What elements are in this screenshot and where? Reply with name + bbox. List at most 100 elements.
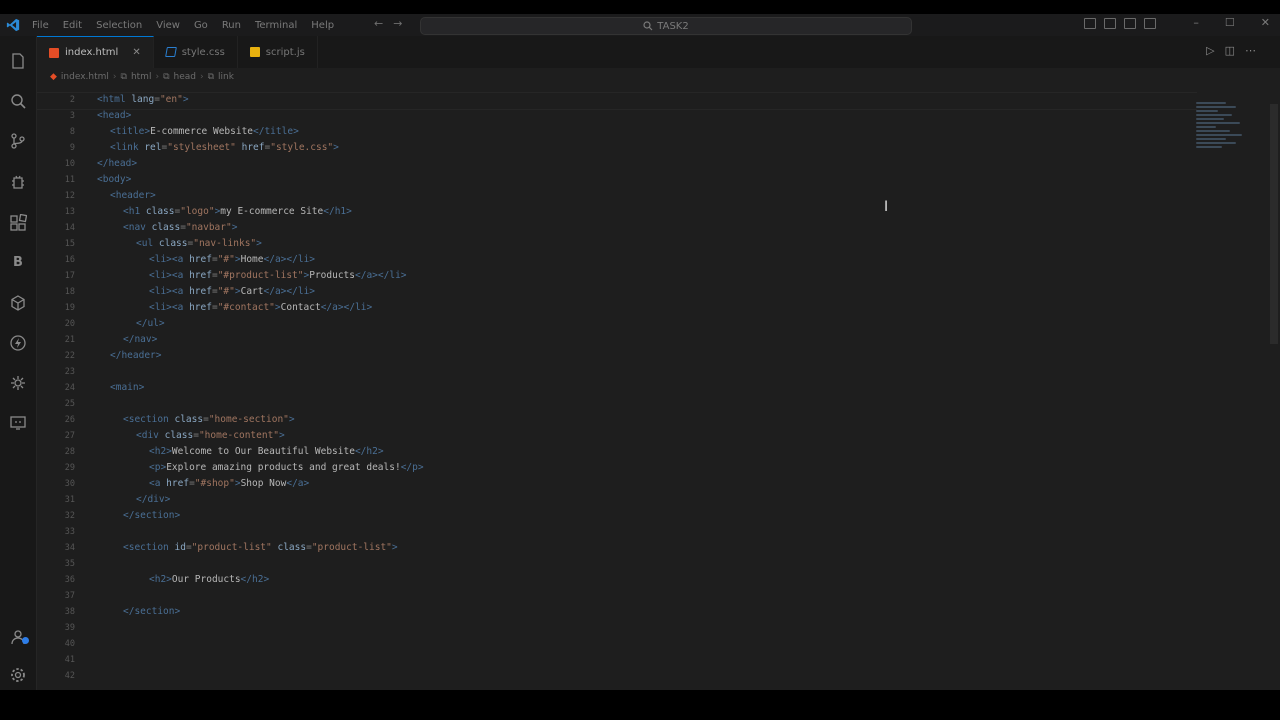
bootstrap-icon[interactable]: B [9, 254, 27, 272]
back-arrow-icon[interactable]: ← [374, 17, 383, 30]
code-tag-token: <html [97, 94, 126, 105]
toggle-secondary-sidebar-icon[interactable] [1124, 18, 1136, 29]
code-line[interactable]: 25 [37, 396, 1197, 412]
code-line[interactable]: 31 </div> [37, 492, 1197, 508]
code-line[interactable]: 40 [37, 636, 1197, 652]
tab-style-css[interactable]: style.css [154, 36, 238, 68]
code-line[interactable]: 33 [37, 524, 1197, 540]
more-actions-icon[interactable]: ⋯ [1245, 44, 1256, 57]
code-line[interactable]: 41 [37, 652, 1197, 668]
code-line[interactable]: 9 <link rel="stylesheet" href="style.css"… [37, 140, 1197, 156]
code-text: <li><a href="#">Cart</a></li> [149, 284, 315, 300]
maximize-icon[interactable]: ☐ [1225, 16, 1235, 29]
code-line[interactable]: 11 <body> [37, 172, 1197, 188]
code-line[interactable]: 37 [37, 588, 1197, 604]
code-text-token: my E-commerce Site [220, 206, 324, 217]
settings-gear-icon[interactable] [9, 666, 27, 684]
code-line[interactable]: 24 <main> [37, 380, 1197, 396]
code-line[interactable]: 19 <li><a href="#contact">Contact</a></li… [37, 300, 1197, 316]
code-line[interactable]: 35 [37, 556, 1197, 572]
code-text: <header> [110, 188, 156, 204]
line-number: 14 [64, 223, 75, 233]
code-line[interactable]: 21 </nav> [37, 332, 1197, 348]
command-center-search[interactable]: TASK2 [420, 17, 912, 35]
code-line[interactable]: 32 </section> [37, 508, 1197, 524]
code-line[interactable]: 20 </ul> [37, 316, 1197, 332]
code-string-token: "style.css" [270, 142, 334, 153]
code-line[interactable]: 14 <nav class="navbar"> [37, 220, 1197, 236]
code-text: </header> [110, 348, 162, 364]
code-text-token: lang [125, 94, 155, 105]
code-line[interactable]: 15 <ul class="nav-links"> [37, 236, 1197, 252]
code-text: <body> [97, 172, 131, 188]
code-line[interactable]: 3 <head> [37, 108, 1197, 124]
code-line[interactable]: 17 <li><a href="#product-list">Products</… [37, 268, 1197, 284]
toggle-panel-icon[interactable] [1104, 18, 1116, 29]
code-tag-token: <link [110, 142, 139, 153]
split-editor-icon[interactable]: ◫ [1225, 44, 1235, 57]
menu-edit[interactable]: Edit [63, 20, 82, 31]
menu-selection[interactable]: Selection [96, 20, 142, 31]
code-line[interactable]: 27 <div class="home-content"> [37, 428, 1197, 444]
menu-run[interactable]: Run [222, 20, 241, 31]
breadcrumb-item[interactable]: index.html [61, 72, 109, 82]
breadcrumb-item[interactable]: html [131, 72, 152, 82]
code-tag-token: <li [149, 286, 167, 297]
code-string-token: "product-list" [191, 542, 272, 553]
menu-file[interactable]: File [32, 20, 49, 31]
code-text: <li><a href="#">Home</a></li> [149, 252, 315, 268]
run-debug-icon[interactable] [9, 174, 27, 192]
menu-terminal[interactable]: Terminal [255, 20, 297, 31]
code-line[interactable]: 36 <h2>Our Products</h2> [37, 572, 1197, 588]
code-line[interactable]: 30 <a href="#shop">Shop Now</a> [37, 476, 1197, 492]
source-control-icon[interactable] [9, 132, 27, 150]
run-play-icon[interactable]: ▷ [1206, 44, 1214, 57]
toggle-primary-sidebar-icon[interactable] [1084, 18, 1096, 29]
extensions-icon[interactable] [9, 213, 28, 232]
code-line[interactable]: 16 <li><a href="#">Home</a></li> [37, 252, 1197, 268]
code-line[interactable]: 10 </head> [37, 156, 1197, 172]
remote-icon[interactable] [9, 414, 27, 432]
package-icon[interactable] [9, 294, 27, 312]
code-tag-token: > [417, 462, 424, 473]
explorer-icon[interactable] [9, 52, 27, 70]
breadcrumb-item[interactable]: head [174, 72, 196, 82]
breadcrumb-item[interactable]: link [218, 72, 234, 82]
code-tag-token: > [263, 574, 270, 585]
menu-go[interactable]: Go [194, 20, 208, 31]
tab-close-icon[interactable]: ✕ [132, 47, 140, 58]
menu-view[interactable]: View [156, 20, 180, 31]
code-tag-token: > [288, 414, 295, 425]
code-line[interactable]: 22 </header> [37, 348, 1197, 364]
code-line[interactable]: 29 <p > Explore amazing products and great … [37, 460, 1197, 476]
code-line[interactable]: 34 <section id="product-list" class="prod… [37, 540, 1197, 556]
code-line[interactable]: 8 <title>E-commerce Website</title> [37, 124, 1197, 140]
search-icon[interactable] [9, 92, 27, 110]
code-editor[interactable]: 2 <html lang="en"> 3 <head> 8 <title>E-commer… [37, 84, 1280, 690]
menu-help[interactable]: Help [311, 20, 334, 31]
code-line[interactable]: 38 </section> [37, 604, 1197, 620]
code-line[interactable]: 26 <section class="home-section"> [37, 412, 1197, 428]
tab-script-js[interactable]: script.js [238, 36, 318, 68]
forward-arrow-icon[interactable]: → [393, 17, 402, 30]
customize-layout-icon[interactable] [1144, 18, 1156, 29]
close-icon[interactable]: ✕ [1261, 16, 1270, 29]
code-line[interactable]: 42 [37, 668, 1197, 684]
code-line[interactable]: 2 <html lang="en"> [37, 92, 1197, 108]
code-text: <title>E-commerce Website</title> [110, 124, 299, 140]
vertical-scrollbar[interactable] [1270, 104, 1278, 344]
code-line[interactable]: 12 <header> [37, 188, 1197, 204]
code-line[interactable]: 23 [37, 364, 1197, 380]
copilot-icon[interactable] [9, 374, 27, 392]
minimize-icon[interactable]: – [1193, 16, 1199, 29]
minimap[interactable] [1196, 102, 1256, 192]
lightning-icon[interactable] [9, 334, 27, 352]
code-tag-token: > [125, 110, 132, 121]
account-icon[interactable] [9, 628, 29, 646]
code-line[interactable]: 13 <h1 class="logo">my E-commerce Site</h… [37, 204, 1197, 220]
code-line[interactable]: 28 <h2 > Welcome to Our Beautiful Website</… [37, 444, 1197, 460]
code-line[interactable]: 18 <li><a href="#">Cart</a></li> [37, 284, 1197, 300]
tab-index-html[interactable]: index.html ✕ [37, 36, 154, 68]
code-tag-token: </h1 [323, 206, 347, 217]
code-line[interactable]: 39 [37, 620, 1197, 636]
